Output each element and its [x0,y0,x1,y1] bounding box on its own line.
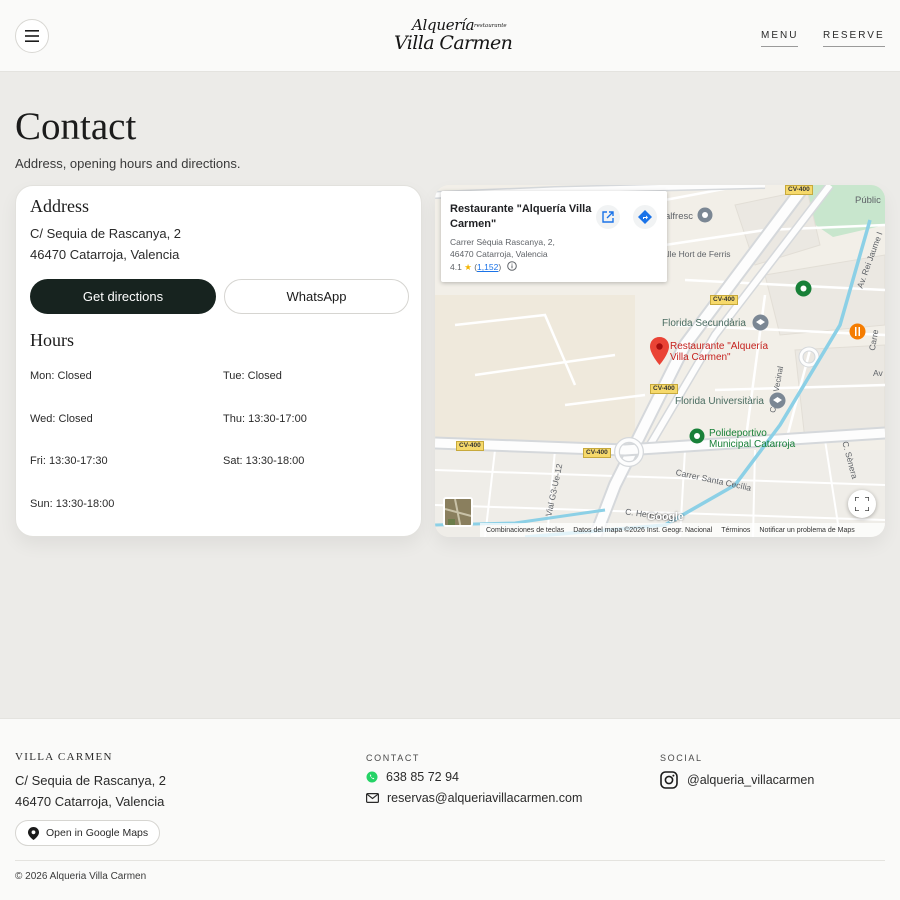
page-subtitle: Address, opening hours and directions. [15,156,241,171]
whatsapp-icon [366,771,378,783]
page-title: Contact [15,105,137,148]
map-info-address-1: Carrer Sèquia Rascanya, 2, [450,237,555,247]
address-line-2: 46470 Catarroja, Valencia [30,247,180,262]
map-label-hort-ferris: alle Hort de Ferris [663,249,731,259]
terms-link[interactable]: Términos [721,527,750,534]
school-icon [752,314,769,331]
open-google-maps-button[interactable]: Open in Google Maps [15,820,160,846]
external-link-icon [602,211,614,223]
sports-icon [689,428,705,444]
road-shield-cv400-center: CV-400 [650,384,678,394]
fullscreen-icon [855,497,869,511]
hamburger-menu-button[interactable] [15,19,49,53]
road-shield-cv400-left: CV-400 [456,441,484,451]
map-label-av: Av [873,368,883,378]
nav-reserve-link[interactable]: RESERVE [823,30,885,47]
hours-wed: Wed: Closed [30,413,93,425]
reviews-link[interactable]: 1,152 [477,262,498,272]
footer-address-line-1: C/ Sequia de Rascanya, 2 [15,773,167,788]
footer-address-line-2: 46470 Catarroja, Valencia [15,794,165,809]
satellite-preview [445,499,471,525]
address-line-1: C/ Sequia de Rascanya, 2 [30,226,182,241]
road-shield-cv400-top: CV-400 [785,185,813,195]
footer-copyright: © 2026 Alqueria Villa Carmen [15,871,147,882]
map-label-polideportivo: Polideportivo Municipal Catarroja [709,428,796,450]
footer-brand: VILLA CARMEN [15,751,113,763]
whatsapp-button[interactable]: WhatsApp [224,279,409,314]
footer-divider [15,860,885,861]
fullscreen-button[interactable] [848,490,876,518]
hamburger-icon [25,30,39,42]
hours-fri: Fri: 13:30-17:30 [30,455,108,467]
satellite-toggle[interactable] [443,497,473,527]
footer-email-link[interactable]: reservas@alqueriavillacarmen.com [366,791,582,805]
hours-thu: Thu: 13:30-17:00 [223,413,307,425]
nav-menu-link[interactable]: MENU [761,30,799,47]
hours-mon: Mon: Closed [30,370,92,382]
logo-main: Villa Carmen [394,32,513,54]
green-poi-icon [795,280,812,297]
footer-instagram: @alqueria_villacarmen [687,773,815,787]
map-info-title: Restaurante "Alquería Villa Carmen" [450,203,592,230]
road-shield-cv400-mid: CV-400 [710,295,738,305]
map-label-florida-secundaria: Florida Secundària [662,318,746,329]
mail-icon [366,793,379,803]
map-pin-icon[interactable] [650,337,669,365]
restaurant-icon [849,323,866,340]
map-label-florida-universitaria: Florida Universitària [675,396,764,407]
google-logo: Google [647,511,684,523]
hours-heading: Hours [30,330,74,350]
instagram-icon [660,771,678,789]
keyboard-shortcuts-link[interactable]: Combinaciones de teclas [486,527,564,534]
map-attribution-bar: Combinaciones de teclas Datos del mapa ©… [480,523,885,537]
hours-sun: Sun: 13:30-18:00 [30,498,115,510]
school-icon [769,392,786,409]
get-directions-button[interactable]: Get directions [30,279,216,314]
map-info-address-2: 46470 Catarroja, Valencia [450,249,548,259]
address-heading: Address [30,196,89,216]
site-logo[interactable]: Alquería restaurante Villa Carmen [390,14,513,58]
road-shield-cv400-bottom: CV-400 [583,448,611,458]
hours-sat: Sat: 13:30-18:00 [223,455,305,467]
map-label-alfresc: alfresc [665,211,693,222]
info-icon[interactable] [506,261,517,271]
footer-contact-heading: CONTACT [366,753,421,763]
footer-email: reservas@alqueriavillacarmen.com [387,791,583,805]
footer-instagram-link[interactable]: @alqueria_villacarmen [660,771,814,789]
map-marker-label: Restaurante "Alquería Villa Carmen" [670,341,769,363]
map-pin-icon [28,826,39,840]
map-data-attribution: Datos del mapa ©2026 Inst. Geogr. Nacion… [573,526,713,534]
google-map[interactable]: CV-400 CV-400 CV-400 CV-400 CV-400 alfre… [435,185,885,537]
report-problem-link[interactable]: Notificar un problema de Maps [759,527,854,534]
hours-tue: Tue: Closed [223,370,282,382]
site-header: Alquería restaurante Villa Carmen MENU R… [0,0,900,72]
map-label-public: Públic [855,195,881,206]
site-footer: VILLA CARMEN C/ Sequia de Rascanya, 2 46… [0,718,900,900]
footer-phone-link[interactable]: 638 85 72 94 [366,770,459,784]
poi-gray-icon [697,207,713,223]
directions-icon [638,210,652,224]
open-google-maps-label: Open in Google Maps [46,827,149,839]
footer-phone: 638 85 72 94 [386,770,459,784]
map-info-card: Restaurante "Alquería Villa Carmen" Carr… [441,191,667,282]
logo-tagline: restaurante [474,23,507,29]
open-in-maps-button[interactable] [596,205,620,229]
map-info-rating: 4.1 ★ (1,152) [450,261,517,273]
star-icon: ★ [464,262,472,272]
contact-card: Address C/ Sequia de Rascanya, 2 46470 C… [15,185,422,537]
map-directions-button[interactable] [633,205,657,229]
footer-social-heading: SOCIAL [660,753,703,763]
